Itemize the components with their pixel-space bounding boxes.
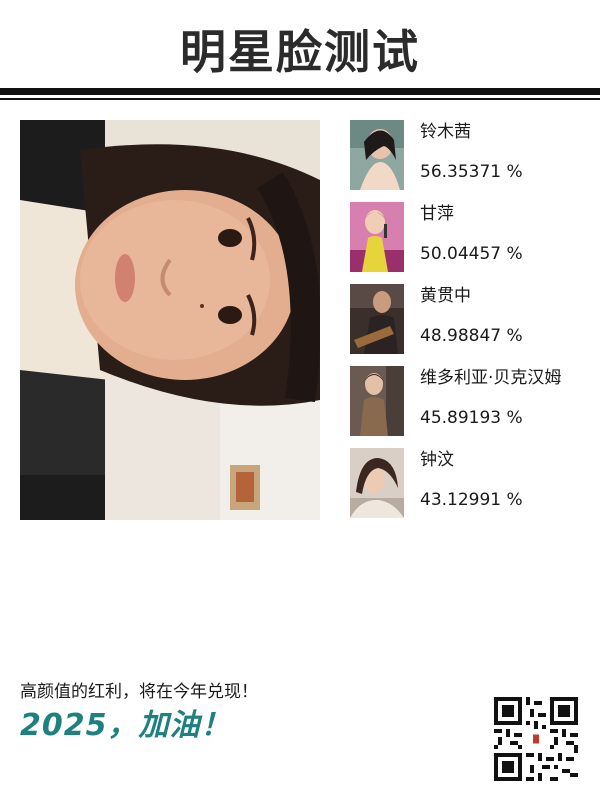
qr-code-icon bbox=[494, 697, 578, 781]
user-photo bbox=[20, 120, 320, 520]
similarity-score: 50.04457 % bbox=[420, 244, 523, 264]
header-divider-thin bbox=[0, 98, 600, 100]
celebrity-photo-2-icon bbox=[350, 202, 404, 272]
similarity-score: 45.89193 % bbox=[420, 408, 523, 428]
celebrity-name: 钟汶 bbox=[420, 450, 454, 470]
similarity-score: 43.12991 % bbox=[420, 490, 523, 510]
celebrity-photo-1-icon bbox=[350, 120, 404, 190]
header-divider-thick bbox=[0, 88, 600, 95]
result-item: 铃木茜 56.35371 % bbox=[350, 120, 600, 202]
result-item: 钟汶 43.12991 % bbox=[350, 448, 600, 530]
result-page: 明星脸测试 铃木茜 56.35371 % 甘萍 50.04457 % 黄贯中 4… bbox=[0, 0, 600, 800]
result-item: 黄贯中 48.98847 % bbox=[350, 284, 600, 366]
celebrity-photo-4-icon bbox=[350, 366, 404, 436]
similarity-score: 56.35371 % bbox=[420, 162, 523, 182]
celebrity-photo-3-icon bbox=[350, 284, 404, 354]
results-list: 铃木茜 56.35371 % 甘萍 50.04457 % 黄贯中 48.9884… bbox=[350, 120, 600, 530]
motto-text: 2025，加油！ bbox=[20, 708, 232, 743]
page-title: 明星脸测试 bbox=[180, 25, 420, 79]
celebrity-name: 甘萍 bbox=[420, 204, 454, 224]
celebrity-photo-5-icon bbox=[350, 448, 404, 518]
tagline-text: 高颜值的红利，将在今年兑现！ bbox=[20, 682, 258, 702]
similarity-score: 48.98847 % bbox=[420, 326, 523, 346]
celebrity-name: 维多利亚·贝克汉姆 bbox=[420, 368, 562, 388]
celebrity-name: 铃木茜 bbox=[420, 122, 471, 142]
result-item: 维多利亚·贝克汉姆 45.89193 % bbox=[350, 366, 600, 448]
result-item: 甘萍 50.04457 % bbox=[350, 202, 600, 284]
celebrity-name: 黄贯中 bbox=[420, 286, 471, 306]
